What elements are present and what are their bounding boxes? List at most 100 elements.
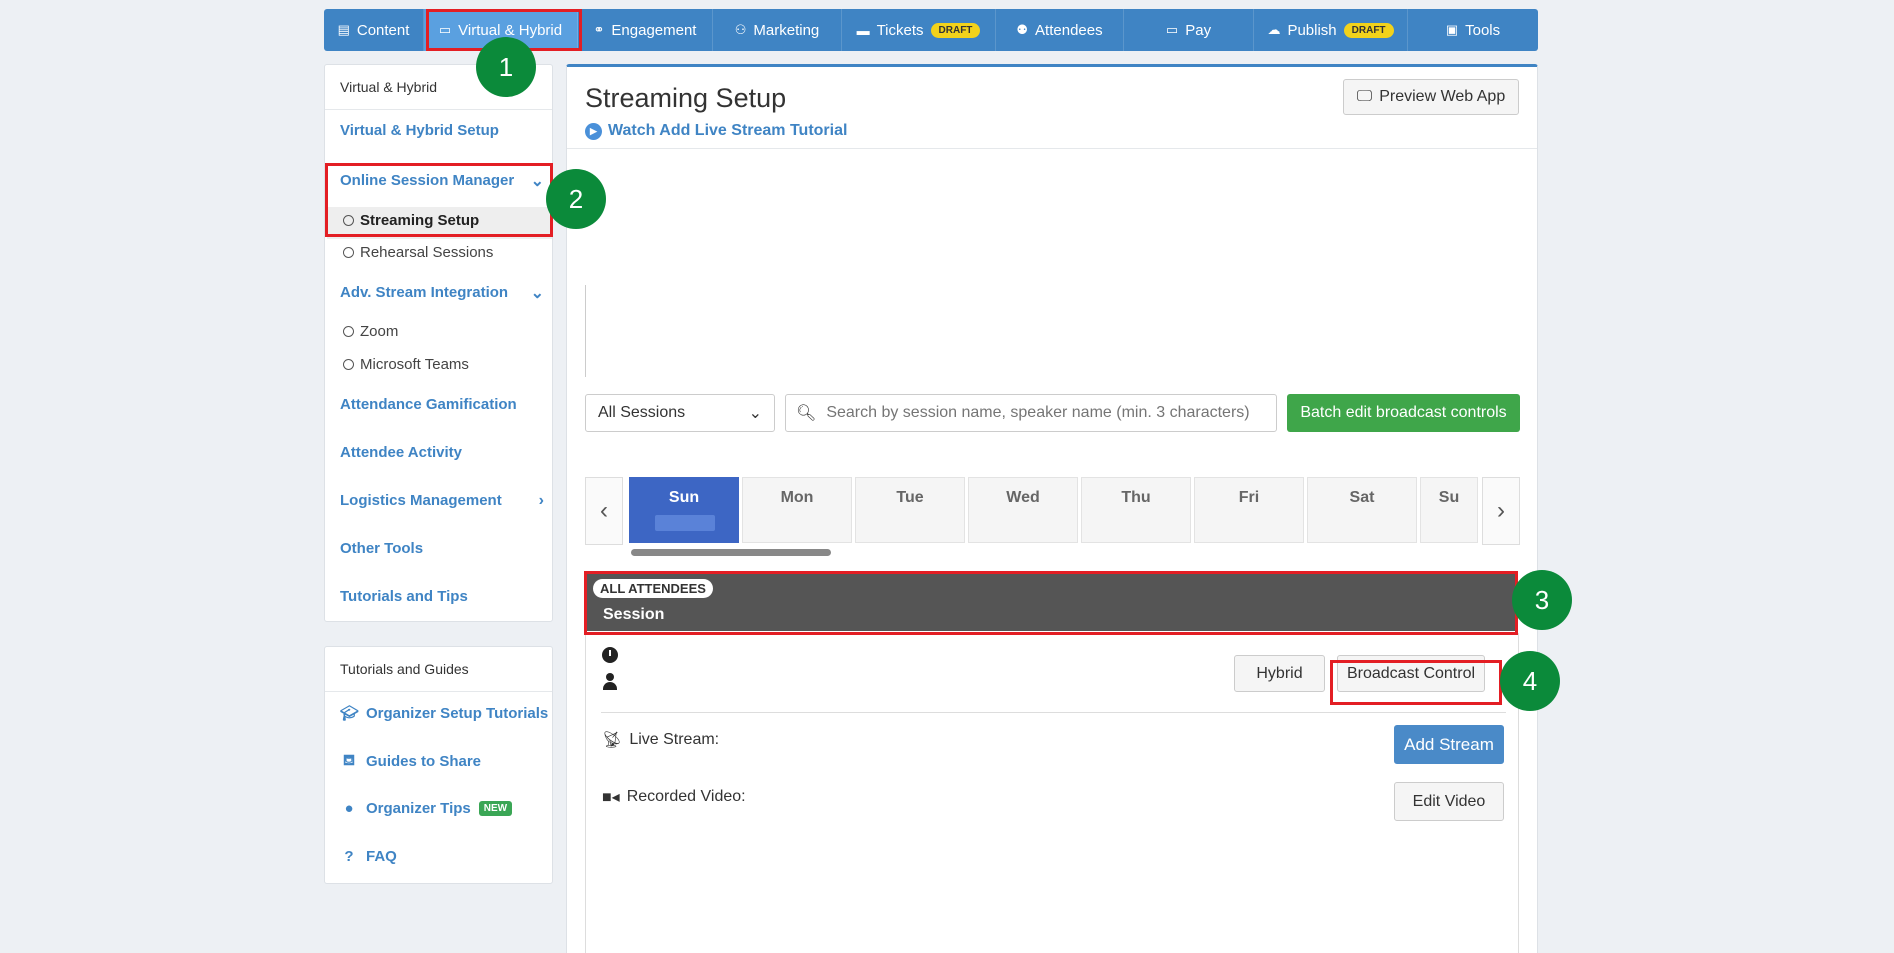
guide-label: FAQ — [366, 848, 397, 865]
network-icon: ⚭ — [593, 22, 605, 37]
guide-label: Organizer Tips — [366, 800, 471, 817]
session-card: Hybrid Broadcast Control 📡︎ Live Stream:… — [585, 633, 1519, 953]
sidebar-item-logistics[interactable]: Logistics Management › — [340, 492, 550, 510]
sidebar: Virtual & Hybrid Virtual & Hybrid Setup … — [324, 64, 553, 622]
sidebar-item-adv-stream[interactable]: Adv. Stream Integration ⌄ — [340, 284, 550, 302]
laptop-icon: ▭ — [438, 22, 452, 37]
circle-icon — [343, 247, 354, 258]
chevron-left-icon: ‹ — [600, 497, 608, 524]
day-label: Su — [1438, 489, 1460, 506]
live-stream-row: 📡︎ Live Stream: — [602, 730, 719, 750]
day-label: Mon — [780, 489, 814, 506]
day-tab-wed[interactable]: Wed — [968, 477, 1078, 543]
sidebar-item-label: Rehearsal Sessions — [360, 244, 494, 261]
sidebar-item-label: Virtual & Hybrid Setup — [340, 122, 499, 139]
hybrid-button[interactable]: Hybrid — [1234, 655, 1325, 692]
day-tab-tue[interactable]: Tue — [855, 477, 965, 543]
day-tab-mon[interactable]: Mon — [742, 477, 852, 543]
nav-marketing[interactable]: ⚇ Marketing — [713, 9, 842, 51]
sidebar-item-tutorials-tips[interactable]: Tutorials and Tips — [340, 588, 468, 605]
tutorial-link-label: Watch Add Live Stream Tutorial — [608, 122, 848, 139]
sidebar-item-label: Microsoft Teams — [360, 356, 469, 373]
guide-organizer-tips[interactable]: ● Organizer Tips NEW — [340, 800, 513, 817]
header-divider — [567, 148, 1537, 149]
search-input[interactable] — [826, 404, 1266, 422]
nav-pay[interactable]: ▭ Pay — [1124, 9, 1254, 51]
sessions-select[interactable]: All Sessions ⌄ — [585, 394, 775, 432]
sidebar-item-online-session-manager[interactable]: Online Session Manager ⌄ — [340, 172, 550, 190]
sidebar-item-zoom[interactable]: Zoom — [343, 323, 398, 340]
sidebar-item-activity[interactable]: Attendee Activity — [340, 444, 462, 461]
sidebar-item-teams[interactable]: Microsoft Teams — [343, 356, 469, 373]
sidebar-item-gamification[interactable]: Attendance Gamification — [340, 396, 517, 413]
day-label: Sat — [1349, 489, 1375, 506]
day-tab-sun-next[interactable]: Su — [1420, 477, 1478, 543]
day-tab-sat[interactable]: Sat — [1307, 477, 1417, 543]
main-panel: Streaming Setup ▶ Watch Add Live Stream … — [566, 64, 1538, 953]
nav-engagement[interactable]: ⚭ Engagement — [578, 9, 713, 51]
live-stream-label: Live Stream: — [629, 731, 720, 748]
day-tab-sun[interactable]: Sun — [629, 477, 739, 543]
guide-label: Guides to Share — [366, 753, 482, 770]
guide-organizer-setup[interactable]: 🎓︎ Organizer Setup Tutorials — [340, 704, 549, 723]
nav-label: Publish — [1287, 21, 1337, 39]
play-icon: ▶ — [585, 122, 602, 140]
nav-label: Content — [356, 21, 410, 39]
nav-tickets[interactable]: ▬ Tickets DRAFT — [842, 9, 996, 51]
list-icon: ▤ — [337, 22, 350, 37]
nav-label: Engagement — [611, 21, 697, 39]
search-box: 🔍︎ — [785, 394, 1277, 432]
session-title: Session — [603, 606, 665, 623]
preview-web-app-button[interactable]: 🖵︎ Preview Web App — [1343, 79, 1519, 115]
batch-edit-button[interactable]: Batch edit broadcast controls — [1287, 394, 1520, 432]
monitor-icon: 🖵︎ — [1356, 88, 1373, 105]
guide-label: Organizer Setup Tutorials — [366, 704, 549, 722]
sidebar-item-other-tools[interactable]: Other Tools — [340, 540, 423, 557]
nav-publish[interactable]: ☁ Publish DRAFT — [1254, 9, 1408, 51]
new-badge: NEW — [478, 801, 513, 816]
sidebar-item-label: Tutorials and Tips — [340, 588, 468, 605]
add-stream-button[interactable]: Add Stream — [1394, 725, 1504, 764]
chevron-right-icon: › — [1497, 497, 1505, 524]
sidebar-item-label: Adv. Stream Integration — [340, 284, 509, 301]
sidebar-item-virtual-setup[interactable]: Virtual & Hybrid Setup — [340, 122, 499, 139]
circle-icon — [343, 326, 354, 337]
step-badge-4: 4 — [1500, 651, 1560, 711]
prev-day-button[interactable]: ‹ — [585, 477, 623, 545]
edit-video-button[interactable]: Edit Video — [1394, 782, 1504, 821]
ticket-icon: ▬ — [856, 22, 870, 38]
nav-attendees[interactable]: ⚉ Attendees — [996, 9, 1124, 51]
step-badge-1: 1 — [476, 37, 536, 97]
guide-faq[interactable]: ? FAQ — [340, 848, 397, 865]
next-day-button[interactable]: › — [1482, 477, 1520, 545]
broadcast-control-button[interactable]: Broadcast Control — [1337, 655, 1485, 692]
tutorial-link[interactable]: ▶ Watch Add Live Stream Tutorial — [585, 122, 847, 140]
guides-header: Tutorials and Guides — [325, 647, 552, 692]
card-divider — [601, 712, 1506, 713]
day-scrollbar[interactable] — [631, 549, 831, 556]
day-selector: ‹ Sun Mon Tue Wed Thu Fri Sat Su › — [585, 477, 1520, 556]
lightbulb-icon: ● — [344, 800, 354, 817]
tutorials-guides-panel: Tutorials and Guides 🎓︎ Organizer Setup … — [324, 646, 553, 884]
sidebar-item-streaming-setup[interactable]: Streaming Setup — [343, 212, 479, 229]
clock-icon — [602, 647, 618, 663]
sidebar-item-label: Logistics Management — [340, 492, 502, 509]
sidebar-item-label: Online Session Manager — [340, 172, 515, 189]
day-tab-thu[interactable]: Thu — [1081, 477, 1191, 543]
step-badge-2: 2 — [546, 169, 606, 229]
cloud-upload-icon: ☁ — [1267, 22, 1281, 37]
day-label: Tue — [896, 489, 924, 506]
search-icon: 🔍︎ — [796, 405, 817, 422]
nav-label: Attendees — [1035, 21, 1103, 39]
nav-content[interactable]: ▤ Content — [324, 9, 424, 51]
users-icon: ⚇ — [734, 22, 747, 37]
sidebar-item-rehearsal-sessions[interactable]: Rehearsal Sessions — [343, 244, 493, 261]
question-circle-icon: ? — [344, 848, 354, 865]
chevron-down-icon: ⌄ — [530, 284, 544, 302]
nav-tools[interactable]: ▣ Tools — [1408, 9, 1538, 51]
button-label: Preview Web App — [1379, 88, 1506, 105]
day-tab-fri[interactable]: Fri — [1194, 477, 1304, 543]
guide-share[interactable]: ⛾ Guides to Share — [340, 752, 481, 771]
all-attendees-badge: ALL ATTENDEES — [593, 579, 713, 598]
chevron-down-icon: ⌄ — [530, 172, 544, 190]
